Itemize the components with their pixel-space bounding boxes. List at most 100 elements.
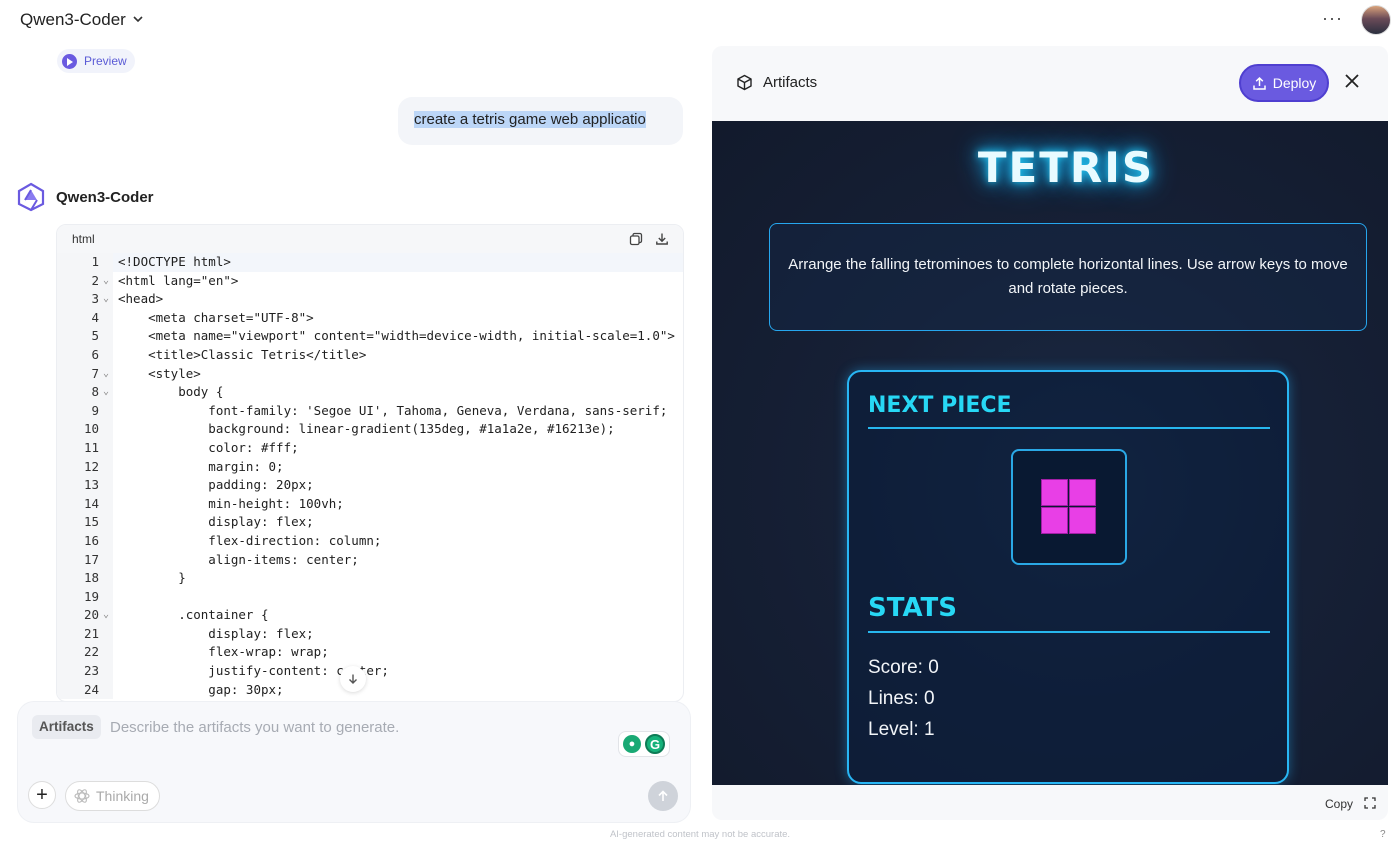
line-number: 24 bbox=[57, 680, 99, 700]
lines-stat: Lines: 0 bbox=[868, 688, 935, 709]
line-number: 20 bbox=[57, 606, 99, 625]
fold-gutter bbox=[99, 327, 113, 346]
top-bar: Qwen3-Coder ··· bbox=[0, 0, 1400, 44]
avatar[interactable] bbox=[1361, 5, 1391, 35]
code-line: 3 ⌄ <head> bbox=[57, 290, 683, 309]
fold-chevron-icon[interactable]: ⌄ bbox=[99, 606, 113, 625]
code-editor[interactable]: 1 <!DOCTYPE html> 2 ⌄ <html lang="en"> 3 ⌄ <hea… bbox=[57, 253, 683, 700]
scroll-down-button[interactable] bbox=[340, 666, 366, 692]
fold-gutter bbox=[99, 308, 113, 328]
fold-gutter bbox=[99, 569, 113, 588]
copy-button[interactable]: Copy bbox=[1325, 797, 1353, 811]
piece-cell bbox=[1069, 507, 1096, 534]
code-text: display: flex; bbox=[118, 625, 314, 641]
copy-icon[interactable] bbox=[629, 232, 643, 246]
fold-gutter bbox=[99, 494, 113, 514]
level-stat: Level: 1 bbox=[868, 719, 935, 740]
fold-gutter bbox=[99, 587, 113, 607]
preview-button[interactable]: Preview bbox=[57, 49, 135, 73]
arrow-up-icon bbox=[658, 790, 668, 801]
code-text: <html lang="en"> bbox=[118, 272, 239, 288]
artifacts-header: Artifacts Deploy bbox=[712, 46, 1388, 121]
line-number: 10 bbox=[57, 420, 99, 439]
fold-chevron-icon[interactable]: ⌄ bbox=[99, 383, 113, 402]
next-piece-heading: NEXT PIECE bbox=[868, 393, 1012, 418]
stats-divider bbox=[868, 631, 1270, 633]
code-line: 6 <title>Classic Tetris</title> bbox=[57, 345, 683, 365]
qwen-logo-icon bbox=[17, 182, 45, 212]
thinking-toggle[interactable]: Thinking bbox=[65, 781, 160, 811]
fold-gutter bbox=[99, 345, 113, 365]
code-line: 19 bbox=[57, 587, 683, 607]
model-name: Qwen3-Coder bbox=[20, 10, 126, 29]
piece-cell bbox=[1041, 479, 1068, 506]
cube-icon bbox=[737, 74, 752, 91]
grammarly-widget[interactable]: ● G bbox=[618, 731, 670, 757]
code-line: 18 } bbox=[57, 569, 683, 588]
line-number: 18 bbox=[57, 569, 99, 588]
code-text: <style> bbox=[118, 365, 201, 381]
add-attachment-button[interactable]: + bbox=[28, 781, 56, 809]
close-panel-button[interactable] bbox=[1344, 71, 1360, 93]
fold-gutter bbox=[99, 476, 113, 495]
code-text: body { bbox=[118, 384, 224, 400]
code-line: 9 font-family: 'Segoe UI', Tahoma, Genev… bbox=[57, 401, 683, 421]
fullscreen-icon[interactable] bbox=[1364, 797, 1376, 812]
artifacts-mode-chip[interactable]: Artifacts bbox=[32, 715, 101, 739]
line-number: 7 bbox=[57, 364, 99, 384]
thinking-label: Thinking bbox=[96, 788, 149, 804]
grammarly-icon: G bbox=[645, 734, 665, 754]
code-text: min-height: 100vh; bbox=[118, 495, 344, 511]
game-preview[interactable]: TETRIS Arrange the falling tetrominoes t… bbox=[712, 121, 1388, 785]
line-number: 19 bbox=[57, 587, 99, 607]
code-line: 10 background: linear-gradient(135deg, #… bbox=[57, 420, 683, 439]
line-number: 14 bbox=[57, 494, 99, 514]
fold-gutter bbox=[99, 401, 113, 421]
code-line: 24 gap: 30px; bbox=[57, 680, 683, 700]
line-number: 13 bbox=[57, 476, 99, 495]
play-icon bbox=[62, 53, 77, 69]
line-number: 15 bbox=[57, 513, 99, 532]
model-selector[interactable]: Qwen3-Coder bbox=[20, 10, 144, 30]
fold-chevron-icon[interactable]: ⌄ bbox=[99, 271, 113, 291]
game-instructions: Arrange the falling tetrominoes to compl… bbox=[769, 223, 1367, 331]
line-number: 5 bbox=[57, 327, 99, 346]
line-number: 3 bbox=[57, 290, 99, 309]
send-button[interactable] bbox=[648, 781, 678, 811]
code-line: 22 flex-wrap: wrap; bbox=[57, 643, 683, 663]
game-instructions-text: Arrange the falling tetrominoes to compl… bbox=[788, 256, 1348, 297]
download-icon[interactable] bbox=[655, 232, 669, 246]
line-number: 8 bbox=[57, 383, 99, 402]
code-line: 14 min-height: 100vh; bbox=[57, 494, 683, 514]
code-text: <meta charset="UTF-8"> bbox=[118, 309, 314, 325]
code-block: html 1 <!DOCTYPE html> 2 ⌄ <html lang="en"> 3… bbox=[56, 224, 684, 702]
more-options-button[interactable]: ··· bbox=[1322, 8, 1343, 29]
fold-gutter bbox=[99, 438, 113, 458]
fold-gutter bbox=[99, 457, 113, 477]
code-text: <head> bbox=[118, 291, 164, 307]
fold-chevron-icon[interactable]: ⌄ bbox=[99, 364, 113, 384]
help-button[interactable]: ? bbox=[1380, 829, 1386, 840]
code-line: 8 ⌄ body { bbox=[57, 383, 683, 402]
code-line: 15 display: flex; bbox=[57, 513, 683, 532]
artifacts-title: Artifacts bbox=[763, 74, 818, 91]
line-number: 23 bbox=[57, 662, 99, 681]
deploy-button[interactable]: Deploy bbox=[1239, 64, 1329, 102]
code-text: padding: 20px; bbox=[118, 477, 314, 493]
code-line: 13 padding: 20px; bbox=[57, 476, 683, 495]
preview-label: Preview bbox=[84, 54, 127, 68]
assistant-header: Qwen3-Coder bbox=[16, 182, 154, 212]
close-icon bbox=[1345, 74, 1359, 88]
code-line: 23 justify-content: center; bbox=[57, 662, 683, 681]
fold-chevron-icon[interactable]: ⌄ bbox=[99, 290, 113, 309]
code-text: .container { bbox=[118, 607, 269, 623]
code-text: background: linear-gradient(135deg, #1a1… bbox=[118, 421, 615, 437]
prompt-input[interactable] bbox=[110, 715, 610, 739]
line-number: 4 bbox=[57, 308, 99, 328]
fold-gutter bbox=[99, 253, 113, 272]
fold-gutter bbox=[99, 531, 113, 551]
line-number: 22 bbox=[57, 643, 99, 663]
code-text: color: #fff; bbox=[118, 439, 299, 455]
game-title: TETRIS bbox=[977, 143, 1155, 192]
artifacts-footer: Copy bbox=[712, 785, 1388, 820]
